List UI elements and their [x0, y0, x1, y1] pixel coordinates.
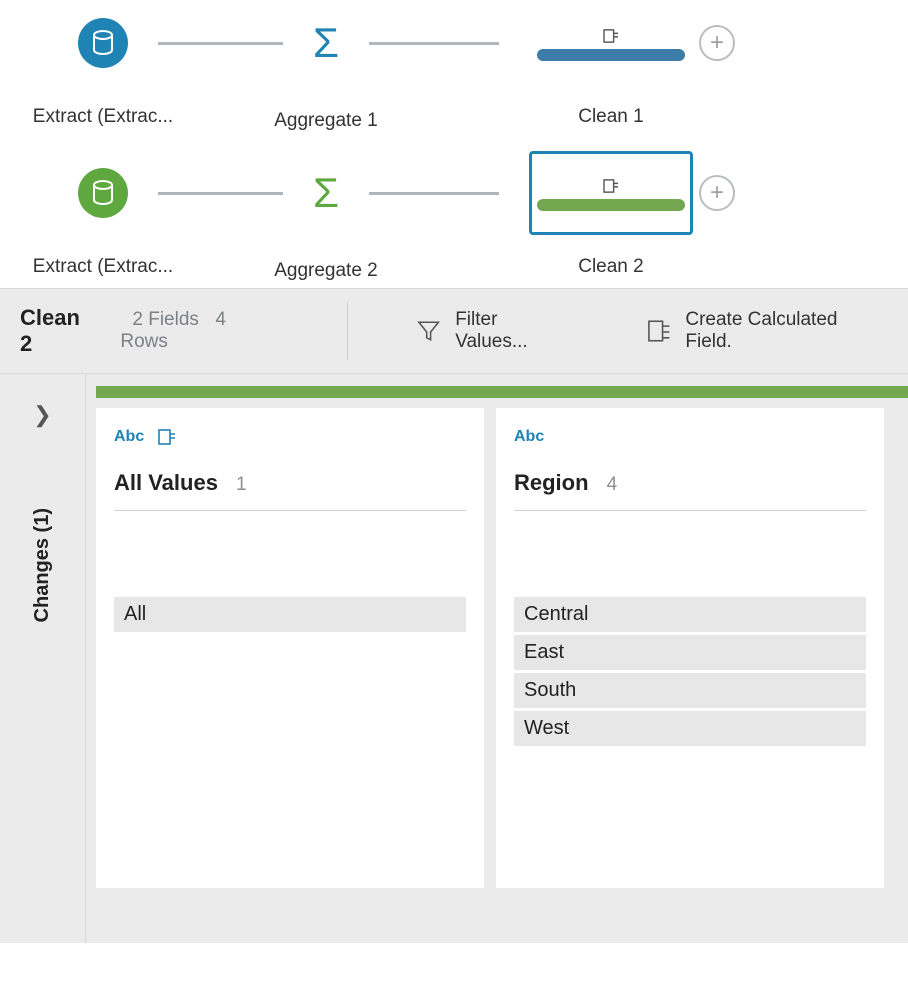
button-label: Create Calculated Field.	[685, 309, 884, 353]
flow-canvas: Extract (Extrac... Σ Aggregate 1 Clean 1…	[0, 0, 908, 288]
step-meta: 2 Fields 4 Rows	[120, 309, 275, 353]
connector	[369, 192, 499, 195]
step-title: Clean 2	[20, 305, 96, 357]
sigma-icon: Σ	[313, 172, 339, 214]
changes-sidebar: ❯ Changes (1)	[0, 374, 86, 943]
connector	[369, 42, 499, 45]
node-label: Aggregate 1	[274, 110, 378, 132]
content-area: ❯ Changes (1) Abc All Values 1 All	[0, 374, 908, 943]
filter-icon	[416, 318, 441, 344]
clean-node[interactable]: Clean 1	[529, 18, 693, 68]
field-values: Central East South West	[514, 597, 866, 746]
chevron-right-icon[interactable]: ❯	[33, 402, 51, 428]
field-value-count: 4	[607, 474, 618, 496]
filter-values-button[interactable]: Filter Values...	[412, 301, 576, 361]
toolbar: Clean 2 2 Fields 4 Rows Filter Values...…	[0, 288, 908, 374]
field-title-row: All Values 1	[114, 470, 466, 511]
separator	[347, 302, 348, 360]
clean-bar	[537, 49, 685, 61]
database-icon	[78, 18, 128, 68]
extract-node[interactable]: Extract (Extrac...	[78, 168, 128, 218]
value-item[interactable]: East	[514, 635, 866, 670]
connector	[158, 192, 283, 195]
profile-pane: Abc All Values 1 All Abc Region 4	[86, 374, 908, 943]
field-card[interactable]: Abc Region 4 Central East South West	[496, 408, 884, 888]
field-type-row: Abc	[514, 426, 866, 448]
create-calc-field-button[interactable]: Create Calculated Field.	[642, 301, 888, 361]
color-strip	[96, 386, 908, 398]
calc-field-icon	[603, 179, 619, 193]
field-name[interactable]: All Values	[114, 470, 218, 496]
calc-field-icon[interactable]	[158, 429, 176, 445]
field-title-row: Region 4	[514, 470, 866, 511]
clean-node[interactable]: Clean 2	[529, 168, 693, 218]
changes-label[interactable]: Changes (1)	[31, 508, 54, 622]
add-step-button[interactable]: +	[699, 25, 735, 61]
node-label: Extract (Extrac...	[33, 106, 173, 128]
extract-node[interactable]: Extract (Extrac...	[78, 18, 128, 68]
node-label: Aggregate 2	[274, 260, 378, 282]
field-value-count: 1	[236, 474, 247, 496]
add-step-button[interactable]: +	[699, 175, 735, 211]
calc-field-icon	[646, 318, 671, 344]
node-label: Clean 1	[578, 106, 644, 128]
field-values: All	[114, 597, 466, 632]
type-abbr[interactable]: Abc	[114, 428, 144, 446]
database-icon	[78, 168, 128, 218]
plus-icon: +	[710, 181, 724, 205]
aggregate-node[interactable]: Σ Aggregate 1	[313, 22, 339, 64]
type-abbr[interactable]: Abc	[514, 428, 544, 446]
flow-row: Extract (Extrac... Σ Aggregate 2 Clean 2…	[0, 168, 908, 218]
calc-field-icon	[603, 29, 619, 43]
field-name[interactable]: Region	[514, 470, 589, 496]
node-label: Extract (Extrac...	[33, 256, 173, 278]
flow-row: Extract (Extrac... Σ Aggregate 1 Clean 1…	[0, 18, 908, 68]
button-label: Filter Values...	[455, 309, 572, 353]
value-item[interactable]: Central	[514, 597, 866, 632]
aggregate-node[interactable]: Σ Aggregate 2	[313, 172, 339, 214]
field-cards: Abc All Values 1 All Abc Region 4	[96, 408, 908, 888]
value-item[interactable]: All	[114, 597, 466, 632]
connector	[158, 42, 283, 45]
plus-icon: +	[710, 31, 724, 55]
value-item[interactable]: South	[514, 673, 866, 708]
node-label: Clean 2	[578, 256, 644, 278]
value-item[interactable]: West	[514, 711, 866, 746]
field-card[interactable]: Abc All Values 1 All	[96, 408, 484, 888]
field-type-row: Abc	[114, 426, 466, 448]
clean-bar	[537, 199, 685, 211]
sigma-icon: Σ	[313, 22, 339, 64]
